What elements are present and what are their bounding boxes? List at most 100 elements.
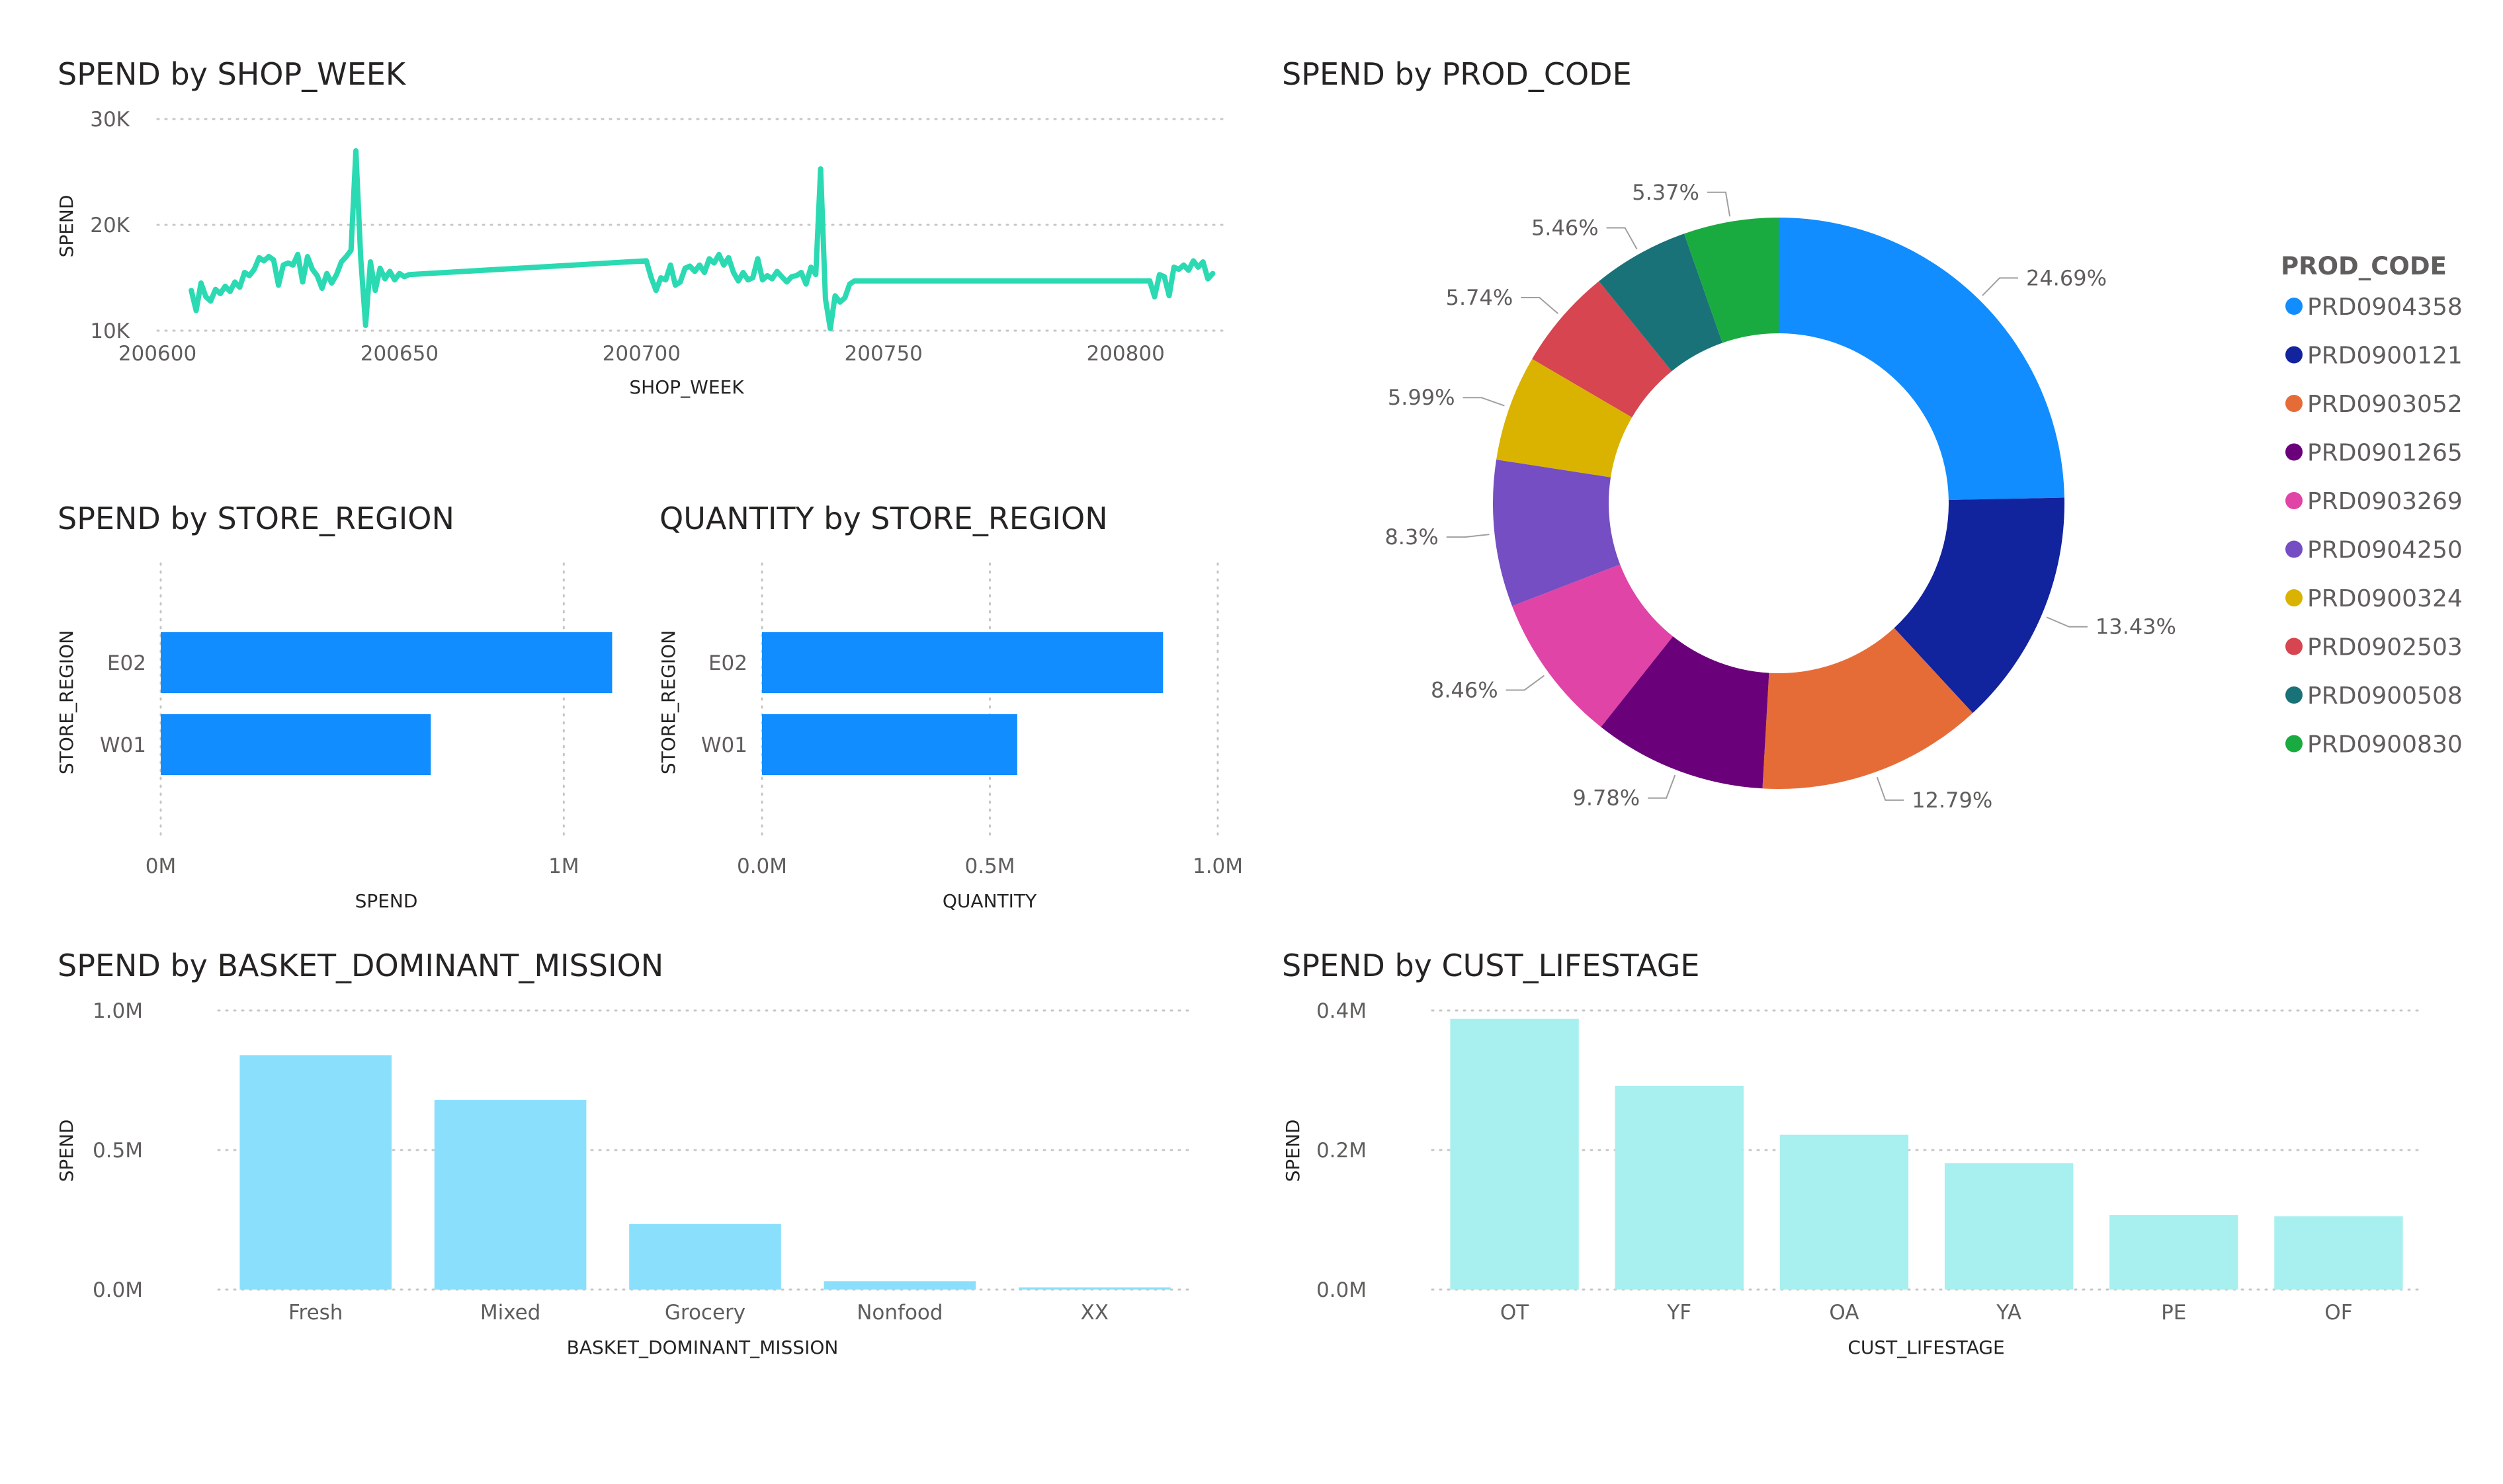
leader-line (1876, 776, 1904, 801)
x-tick-label: YF (1666, 1301, 1691, 1325)
legend-title: PROD_CODE (2281, 252, 2447, 280)
x-tick-label: Mixed (480, 1301, 541, 1325)
bar-chart-spend-by-region: 0M 1M E02 W01 (100, 562, 613, 878)
y-tick-label: E02 (708, 651, 747, 675)
bar-xx[interactable] (1018, 1287, 1171, 1290)
chart-title-spend-by-lifestage: SPEND by CUST_LIFESTAGE (1282, 948, 1699, 983)
bar-w01[interactable] (762, 714, 1017, 775)
data-label: 5.74% (1446, 285, 1513, 310)
y-tick-label: 0.4M (1316, 999, 1367, 1023)
leader-line (1463, 397, 1505, 407)
legend-marker (2285, 540, 2303, 558)
line-chart-spend-by-week: 10K 20K 30K 200600 200650 200700 200750 200800 (90, 108, 1224, 366)
x-tick-label: OF (2324, 1301, 2352, 1325)
x-tick-label: 200750 (845, 342, 923, 366)
x-tick-label: 200800 (1086, 342, 1164, 366)
x-axis-title-mission: BASKET_DOMINANT_MISSION (567, 1337, 839, 1358)
legend-marker (2285, 735, 2303, 753)
x-axis-title-region-spend: SPEND (355, 890, 418, 912)
leader-line (1506, 675, 1545, 691)
x-tick-label: YA (1996, 1301, 2021, 1325)
x-axis-title-week: SHOP_WEEK (629, 376, 744, 398)
bar-e02[interactable] (161, 632, 613, 693)
data-label: 5.99% (1388, 385, 1455, 410)
bar-chart-spend-by-lifestage: 0.0M 0.2M 0.4M OT YF OA YA PE OF (1316, 999, 2422, 1325)
y-tick-label: E02 (107, 651, 146, 675)
x-tick-label: 0.5M (964, 854, 1015, 878)
data-label: 12.79% (1912, 788, 1992, 813)
legend-item-prd0904358[interactable]: PRD0904358 (2307, 294, 2463, 321)
x-tick-label: OA (1829, 1301, 1859, 1325)
x-tick-label: 200650 (361, 342, 439, 366)
bar-chart-quantity-by-region: 0.0M 0.5M 1.0M E02 W01 (701, 562, 1243, 878)
x-axis-title-region-qty: QUANTITY (943, 890, 1037, 912)
legend-item-prd0901265[interactable]: PRD0901265 (2307, 440, 2463, 467)
bar-ya[interactable] (1944, 1163, 2074, 1290)
legend-marker (2285, 638, 2303, 655)
bar-w01[interactable] (161, 714, 431, 775)
bar-yf[interactable] (1615, 1085, 1744, 1290)
y-axis-title-week: SPEND (56, 195, 77, 258)
y-tick-label: 0.0M (93, 1278, 143, 1302)
legend-item-prd0900830[interactable]: PRD0900830 (2307, 731, 2463, 759)
y-tick-label: 0.0M (1316, 1278, 1367, 1302)
x-tick-label: PE (2161, 1301, 2186, 1325)
bar-pe[interactable] (2109, 1215, 2238, 1290)
x-tick-label: 1M (548, 854, 579, 878)
data-label: 5.37% (1632, 180, 1699, 205)
x-tick-label: OT (1500, 1301, 1529, 1325)
legend-item-prd0900508[interactable]: PRD0900508 (2307, 682, 2463, 710)
chart-title-spend-by-mission: SPEND by BASKET_DOMINANT_MISSION (58, 948, 663, 983)
legend-marker (2285, 589, 2303, 606)
y-tick-label: 10K (90, 319, 130, 343)
legend-item-prd0903269[interactable]: PRD0903269 (2307, 488, 2463, 515)
bar-mixed[interactable] (434, 1100, 587, 1290)
y-tick-label: 1.0M (93, 999, 143, 1023)
legend-marker (2285, 492, 2303, 509)
bar-e02[interactable] (762, 632, 1164, 693)
x-tick-label: 200600 (118, 342, 196, 366)
donut-chart-spend-by-prod-code: 24.69% 13.43% 12.79% 9.78% 8.46% 8.3% 5.99% 5.7… (1384, 180, 2176, 813)
legend-item-prd0902503[interactable]: PRD0902503 (2307, 634, 2463, 661)
legend-marker (2285, 686, 2303, 704)
leader-line (1982, 277, 2018, 296)
data-label: 8.3% (1384, 524, 1438, 550)
y-axis-title-region-qty: STORE_REGION (658, 630, 679, 774)
y-tick-label: 0.5M (93, 1139, 143, 1163)
series-line-spend[interactable] (189, 148, 1216, 331)
legend-item-prd0903052[interactable]: PRD0903052 (2307, 391, 2463, 418)
x-tick-label: 1.0M (1193, 854, 1243, 878)
bar-ot[interactable] (1450, 1018, 1579, 1290)
bar-fresh[interactable] (239, 1055, 392, 1290)
x-tick-label: Nonfood (857, 1301, 943, 1325)
chart-title-spend-by-week: SPEND by SHOP_WEEK (58, 56, 407, 92)
bar-grocery[interactable] (629, 1223, 781, 1290)
bar-oa[interactable] (1779, 1134, 1909, 1290)
leader-line (1707, 191, 1731, 217)
chart-title-spend-by-region: SPEND by STORE_REGION (58, 501, 454, 536)
leader-line (1446, 534, 1490, 538)
x-tick-label: XX (1081, 1301, 1109, 1325)
legend-item-prd0900121[interactable]: PRD0900121 (2307, 343, 2463, 370)
y-tick-label: 20K (90, 214, 130, 237)
y-axis-title-mission: SPEND (56, 1120, 77, 1182)
y-tick-label: 0.2M (1316, 1139, 1367, 1163)
donut-slice-prd0904358[interactable] (1779, 218, 2064, 500)
x-tick-label: 0.0M (737, 854, 787, 878)
bar-nonfood[interactable] (824, 1281, 976, 1290)
leader-line (2046, 616, 2088, 628)
y-axis-title-region-spend: STORE_REGION (56, 630, 77, 774)
legend-item-prd0900324[interactable]: PRD0900324 (2307, 585, 2463, 612)
legend-item-prd0904250[interactable]: PRD0904250 (2307, 537, 2463, 564)
chart-title-quantity-by-region: QUANTITY by STORE_REGION (659, 501, 1108, 536)
x-tick-label: 0M (146, 854, 176, 878)
y-tick-label: W01 (701, 733, 747, 757)
x-tick-label: Grocery (665, 1301, 745, 1325)
legend-prod-code[interactable]: PRD0904358 PRD0900121 PRD0903052 PRD0901265… (2285, 294, 2463, 759)
y-tick-label: W01 (100, 733, 146, 757)
legend-marker (2285, 346, 2303, 364)
x-axis-title-lifestage: CUST_LIFESTAGE (1847, 1337, 2004, 1358)
data-label: 9.78% (1572, 786, 1640, 811)
bar-of[interactable] (2274, 1216, 2403, 1290)
bar-chart-spend-by-mission: 0.0M 0.5M 1.0M Fresh Mixed Grocery Nonfood XX (93, 999, 1193, 1325)
